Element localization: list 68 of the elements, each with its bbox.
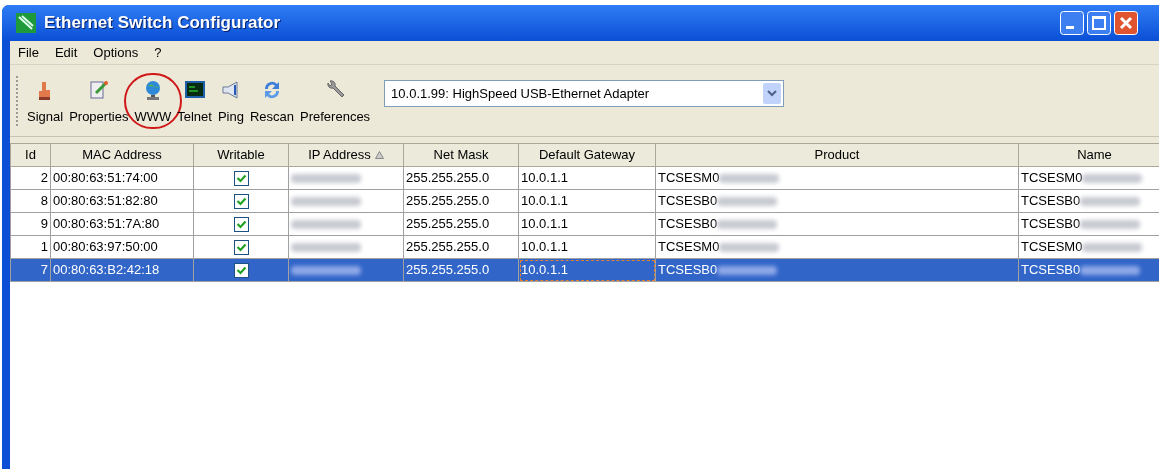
table-cell: 00:80:63:51:74:00 [50, 166, 194, 190]
table-row[interactable]: 7 00:80:63:B2:42:18 255.255.255.0 10.0.1.1 TCSESB0 TCSESB0 [10, 258, 1159, 282]
table-row[interactable]: 2 00:80:63:51:74:00 255.255.255.0 10.0.1.1 TCSESM0 TCSESM0 [10, 166, 1159, 190]
table-row[interactable]: 1 00:80:63:97:50:00 255.255.255.0 10.0.1.1 TCSESM0 TCSESM0 [10, 235, 1159, 259]
table-row[interactable]: 9 00:80:63:51:7A:80 255.255.255.0 10.0.1.1 TCSESB0 TCSESB0 [10, 212, 1159, 236]
close-button[interactable] [1114, 11, 1138, 35]
table-row[interactable]: 8 00:80:63:51:82:80 255.255.255.0 10.0.1.1 TCSESB0 TCSESB0 [10, 189, 1159, 213]
table-cell: TCSESB0 [1021, 193, 1081, 209]
table-cell: 9 [10, 212, 51, 236]
table-cell: 10.0.1.1 [518, 212, 656, 236]
checkbox[interactable] [233, 240, 249, 256]
toolbar-button[interactable]: Ping [215, 74, 246, 127]
table-cell: 10.0.1.1 [518, 189, 656, 213]
table-cell: 00:80:63:51:82:80 [50, 189, 194, 213]
column-header[interactable]: Writable [193, 143, 289, 167]
table-cell: 255.255.255.0 [403, 258, 519, 282]
table-cell: 7 [10, 258, 51, 282]
table-cell: TCSESM0 [658, 170, 720, 186]
table-cell: TCSESB0 [658, 193, 718, 209]
maximize-button[interactable] [1087, 11, 1111, 35]
table-cell: 8 [10, 189, 51, 213]
table-cell: 00:80:63:B2:42:18 [50, 258, 194, 282]
notepad-pencil-icon [87, 78, 110, 101]
table-cell: 255.255.255.0 [403, 235, 519, 259]
table-cell: TCSESB0 [658, 262, 718, 278]
checkbox[interactable] [233, 217, 249, 233]
table-cell: TCSESB0 [1021, 216, 1081, 232]
column-header[interactable]: MAC Address [50, 143, 194, 167]
menu-item[interactable]: File [16, 42, 41, 63]
table-cell: 255.255.255.0 [403, 212, 519, 236]
table-cell: TCSESM0 [1021, 239, 1083, 255]
column-header[interactable]: IP Address [288, 143, 404, 167]
app-icon [16, 13, 36, 33]
table-cell: 10.0.1.1 [518, 166, 656, 190]
checkbox[interactable] [233, 194, 249, 210]
toolbar-button[interactable]: Properties [67, 74, 131, 127]
menu-item[interactable]: ? [152, 42, 164, 63]
toolbar-button[interactable]: Telnet [175, 74, 214, 127]
table-cell: 10.0.1.1 [518, 258, 656, 282]
table-cell: 10.0.1.1 [518, 235, 656, 259]
sort-arrow-icon [374, 151, 384, 159]
checkbox[interactable] [233, 171, 249, 187]
menu-item[interactable]: Options [91, 42, 141, 63]
table-cell: 1 [10, 235, 51, 259]
table-cell: TCSESM0 [1021, 170, 1083, 186]
menu-item[interactable]: Edit [52, 42, 80, 63]
table-cell: 00:80:63:51:7A:80 [50, 212, 194, 236]
column-header[interactable]: Default Gateway [518, 143, 656, 167]
window-title: Ethernet Switch Configurator [44, 12, 281, 35]
table-cell: TCSESB0 [658, 216, 718, 232]
table-cell: 255.255.255.0 [403, 189, 519, 213]
toolbar-button[interactable]: Signal [25, 74, 66, 127]
table-cell: 00:80:63:97:50:00 [50, 235, 194, 259]
toolbar-button[interactable]: Preferences [298, 74, 373, 127]
table-cell: TCSESM0 [658, 239, 720, 255]
checkbox[interactable] [233, 263, 249, 279]
toolbar-button[interactable]: WWW [132, 74, 174, 127]
table-cell: 2 [10, 166, 51, 190]
column-header[interactable]: Net Mask [403, 143, 519, 167]
table-cell: TCSESB0 [1021, 262, 1081, 278]
toolbar-button[interactable]: Rescan [247, 74, 296, 127]
terminal-icon [183, 78, 206, 101]
table-cell: 255.255.255.0 [403, 166, 519, 190]
column-header[interactable]: Name [1018, 143, 1159, 167]
minimize-button[interactable] [1060, 11, 1084, 35]
column-header[interactable]: Product [655, 143, 1019, 167]
column-header[interactable]: Id [10, 143, 51, 167]
adapter-dropdown[interactable]: 10.0.1.99: HighSpeed USB-Ethernet Adapter [384, 80, 785, 107]
